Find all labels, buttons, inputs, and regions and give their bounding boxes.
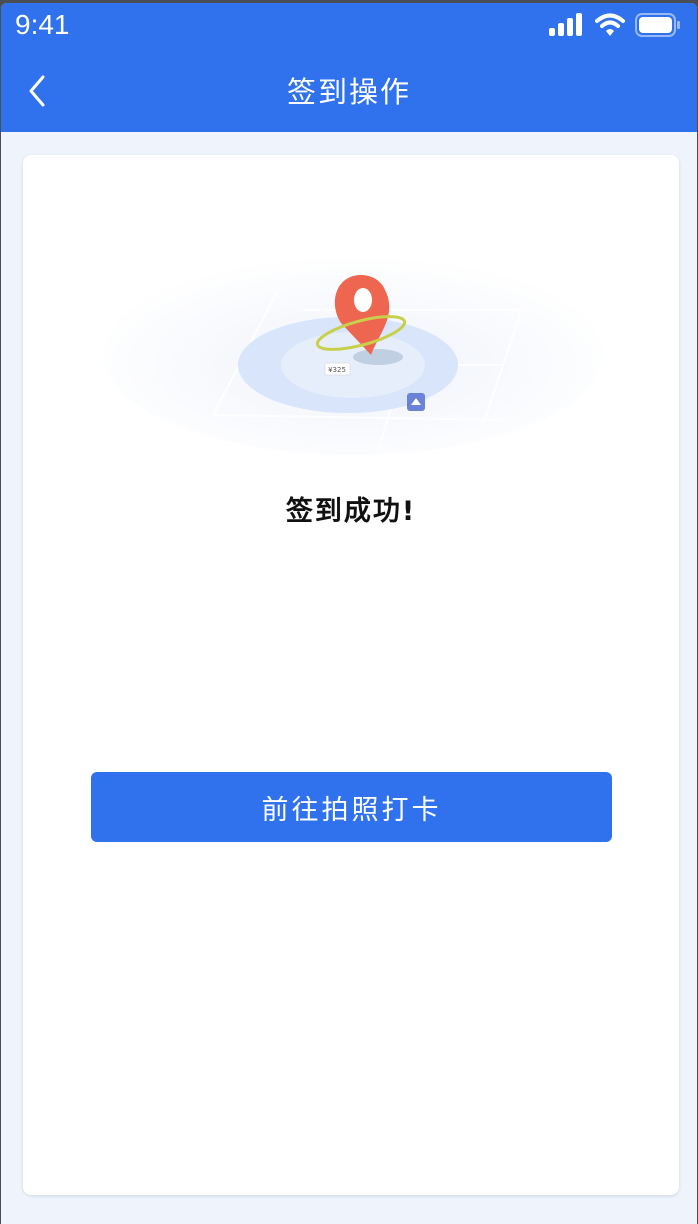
result-card: ¥325 签到成功! 前往拍照打卡: [23, 155, 679, 1195]
status-time: 9:41: [15, 9, 70, 40]
header: 9:41 签到操作: [1, 3, 697, 132]
screen: 9:41 签到操作 ¥325 签到成功! 前往拍照打卡: [1, 3, 697, 1224]
location-pin-illustration: ¥325: [103, 255, 603, 455]
map-label: ¥325: [328, 366, 346, 374]
go-photo-checkin-button[interactable]: 前往拍照打卡: [91, 772, 612, 842]
battery-icon: [635, 13, 680, 37]
wifi-icon: [595, 13, 625, 36]
status-icons: [549, 13, 681, 37]
signal-icon: [549, 13, 582, 36]
page-title: 签到操作: [286, 75, 411, 109]
success-message: 签到成功!: [285, 496, 417, 527]
